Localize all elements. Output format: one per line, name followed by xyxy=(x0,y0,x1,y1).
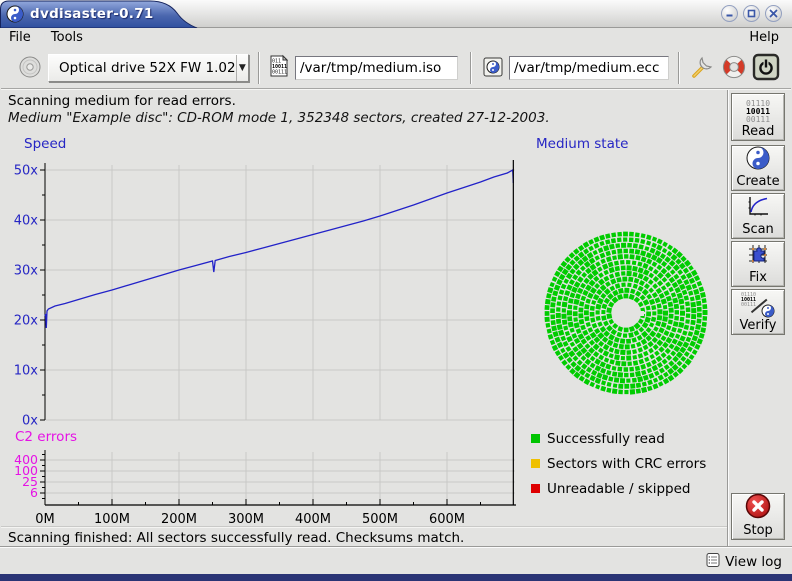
optical-disc-icon xyxy=(18,55,42,83)
log-document-icon xyxy=(705,552,721,572)
green-swatch-icon xyxy=(531,434,540,443)
drive-selector-value: Optical drive 52X FW 1.02 xyxy=(49,60,236,76)
quit-power-icon[interactable] xyxy=(752,53,780,85)
svg-text:100M: 100M xyxy=(94,512,130,527)
medium-info-line: Medium "Example disc": CD-ROM mode 1, 35… xyxy=(8,110,550,126)
medium-state-title: Medium state xyxy=(536,136,628,152)
statusbar-separator xyxy=(1,526,727,528)
toolbar-separator xyxy=(258,52,260,84)
toolbar: Optical drive 52X FW 1.02 ▼ 011 10011 00… xyxy=(1,47,791,89)
app-window: dvdisaster-0.71 File Tools Help Optical … xyxy=(0,0,792,581)
svg-text:100: 100 xyxy=(14,463,38,478)
medium-state-legend: Successfully read Sectors with CRC error… xyxy=(531,426,706,501)
yinyang-icon xyxy=(761,304,775,318)
yellow-swatch-icon xyxy=(531,459,540,468)
stop-x-icon xyxy=(745,493,771,523)
preferences-wrench-icon[interactable] xyxy=(689,54,715,84)
yinyang-app-icon xyxy=(6,5,24,23)
menu-help[interactable]: Help xyxy=(743,30,785,45)
red-swatch-icon xyxy=(531,484,540,493)
maximize-button[interactable] xyxy=(743,5,760,22)
svg-text:30x: 30x xyxy=(14,264,39,279)
menu-tools[interactable]: Tools xyxy=(43,29,91,46)
svg-text:500M: 500M xyxy=(362,512,398,527)
svg-text:20x: 20x xyxy=(14,314,39,329)
svg-text:25: 25 xyxy=(22,474,38,489)
drive-selector-dropdown[interactable]: Optical drive 52X FW 1.02 ▼ xyxy=(48,54,249,82)
binary-read-icon: 01110 10011 00111 xyxy=(746,100,770,124)
window-controls xyxy=(721,5,782,22)
create-button[interactable]: Create xyxy=(731,145,785,191)
speed-chart-title: Speed xyxy=(24,136,66,152)
iso-path-input[interactable] xyxy=(295,56,458,80)
help-lifebelt-icon[interactable] xyxy=(721,54,747,84)
scan-graph-icon xyxy=(746,194,770,222)
title-bar: dvdisaster-0.71 xyxy=(0,0,792,28)
svg-text:0x: 0x xyxy=(22,414,38,429)
scan-result-status: Scanning finished: All sectors successfu… xyxy=(8,530,464,546)
chevron-down-icon: ▼ xyxy=(236,55,248,81)
svg-text:400M: 400M xyxy=(295,512,331,527)
verify-button[interactable]: 01110 10011 00111 Verify xyxy=(731,289,785,335)
svg-text:300M: 300M xyxy=(228,512,264,527)
close-button[interactable] xyxy=(765,5,782,22)
svg-text:00111: 00111 xyxy=(272,70,287,76)
window-bottom-border xyxy=(0,574,792,581)
footer-separator xyxy=(0,546,792,548)
ecc-file-icon xyxy=(481,55,505,83)
medium-state-disc xyxy=(545,232,708,395)
legend-item-unreadable: Unreadable / skipped xyxy=(531,476,706,501)
fix-button[interactable]: Fix xyxy=(731,241,785,287)
ecc-path-input[interactable] xyxy=(509,56,669,80)
verify-compare-icon: 01110 10011 00111 xyxy=(741,293,775,318)
action-heading: Scanning medium for read errors. xyxy=(8,93,236,109)
svg-text:40x: 40x xyxy=(14,214,39,229)
svg-text:50x: 50x xyxy=(14,164,39,179)
svg-text:400: 400 xyxy=(14,452,38,467)
toolbar-separator xyxy=(678,52,680,84)
menu-file[interactable]: File xyxy=(1,29,39,46)
sidebar-separator xyxy=(727,90,729,546)
svg-text:200M: 200M xyxy=(161,512,197,527)
scan-button[interactable]: Scan xyxy=(731,193,785,239)
stop-button[interactable]: Stop xyxy=(731,493,785,540)
window-title: dvdisaster-0.71 xyxy=(30,6,154,22)
read-button[interactable]: 01110 10011 00111 Read xyxy=(731,93,785,141)
toolbar-separator xyxy=(470,52,472,84)
view-log-button[interactable]: View log xyxy=(705,552,782,572)
svg-text:6: 6 xyxy=(30,485,38,500)
svg-text:10x: 10x xyxy=(14,364,39,379)
legend-item-crc-errors: Sectors with CRC errors xyxy=(531,451,706,476)
svg-text:600M: 600M xyxy=(429,512,465,527)
minimize-button[interactable] xyxy=(721,5,738,22)
iso-image-file-icon: 011 10011 00111 xyxy=(267,54,291,82)
yinyang-icon xyxy=(746,146,770,174)
c2-errors-chart-title: C2 errors xyxy=(15,429,77,445)
menu-bar: File Tools Help xyxy=(1,29,791,47)
legend-item-successfully-read: Successfully read xyxy=(531,426,706,451)
svg-text:0M: 0M xyxy=(35,512,55,527)
puzzle-icon xyxy=(746,242,770,270)
